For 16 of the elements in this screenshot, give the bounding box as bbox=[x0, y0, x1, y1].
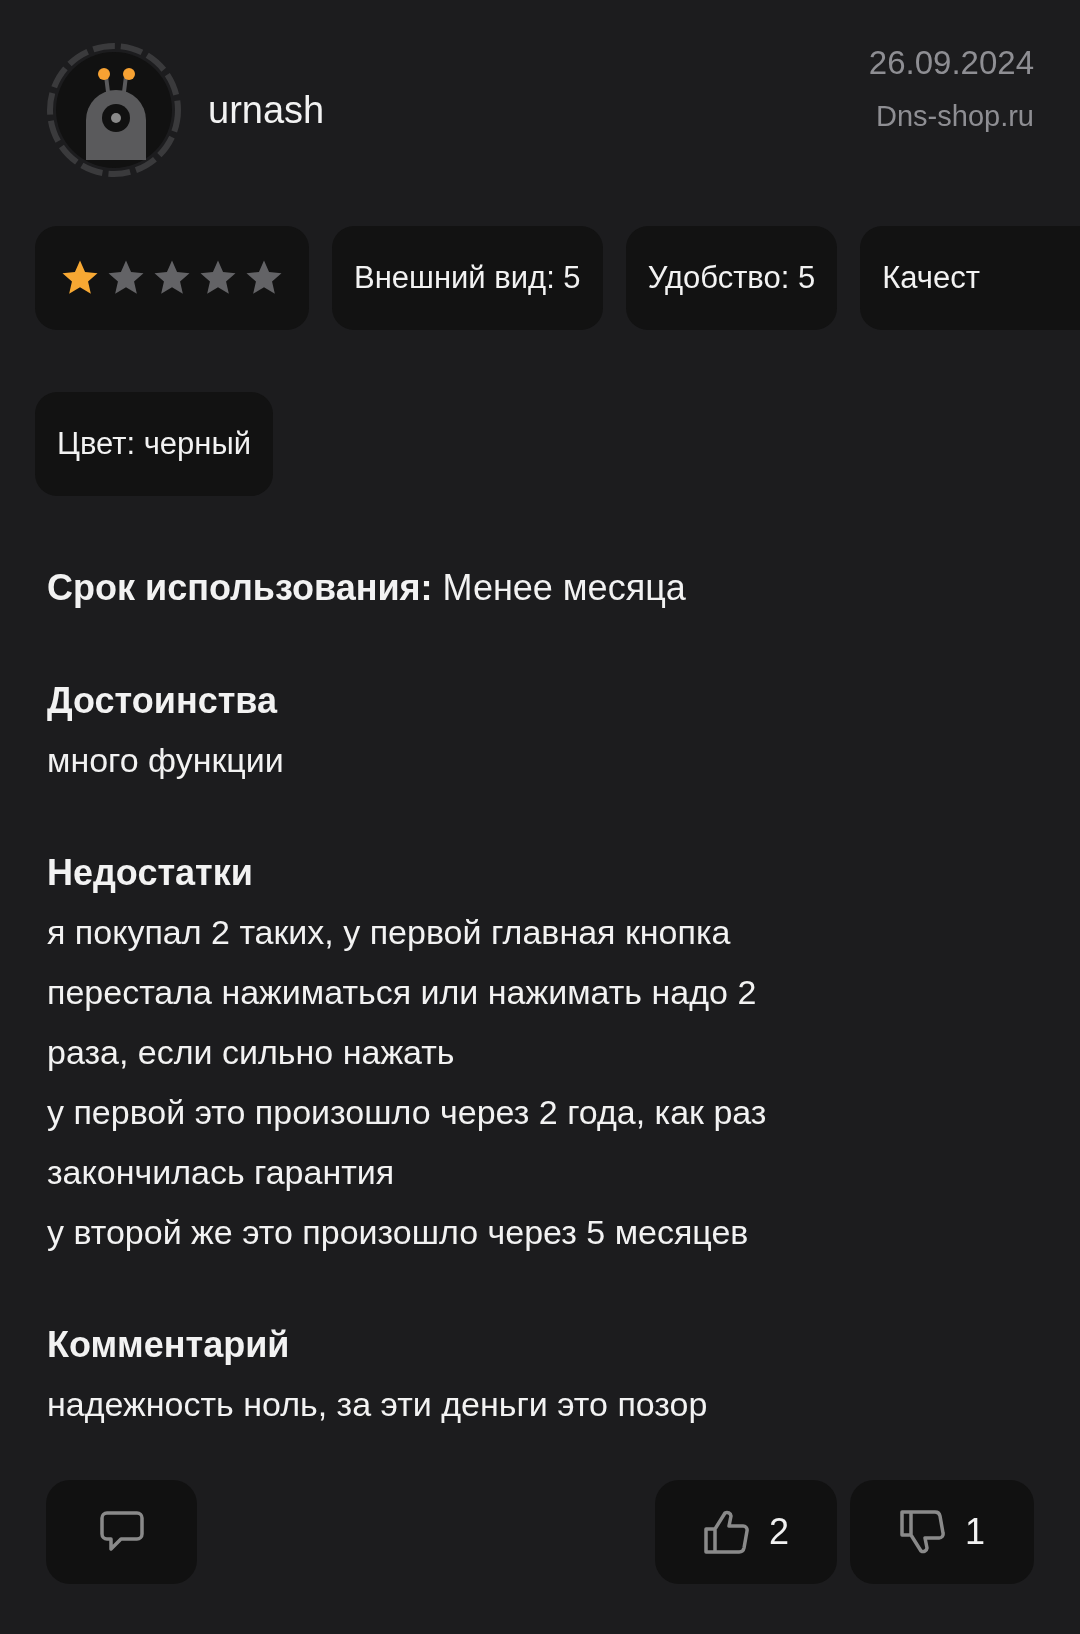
dislike-button[interactable]: 1 bbox=[850, 1480, 1034, 1584]
rating-tag: Цвет: черный bbox=[35, 392, 274, 496]
section-text: много функции bbox=[47, 740, 285, 781]
source-label: Dns-shop.ru bbox=[876, 99, 1034, 134]
section-heading: Недостатки bbox=[47, 851, 254, 895]
usage-period-text: Срок использования: Менее месяца bbox=[47, 566, 687, 610]
rating-tag: Качест bbox=[860, 226, 1080, 330]
section-heading: Комментарий bbox=[47, 1323, 291, 1367]
review-date: 26.09.2024 bbox=[868, 42, 1034, 83]
rating-tag: Внешний вид: 5 bbox=[332, 226, 603, 330]
username: urnash bbox=[208, 87, 325, 133]
section-text: я покупал 2 таких, у первой главная кнопка перестала нажиматься или нажимать надо 2 раза, если сильно нажать у первой это произошло через 2 года, как раз закончилась гарантия у второй же это произошло через 5 месяцев bbox=[47, 912, 768, 1253]
like-button[interactable]: 2 bbox=[655, 1480, 837, 1584]
section-text: надежность ноль, за эти деньги это позор bbox=[47, 1384, 709, 1425]
section-heading: Достоинства bbox=[47, 679, 279, 723]
rating-tag: Удобство: 5 bbox=[625, 226, 838, 330]
